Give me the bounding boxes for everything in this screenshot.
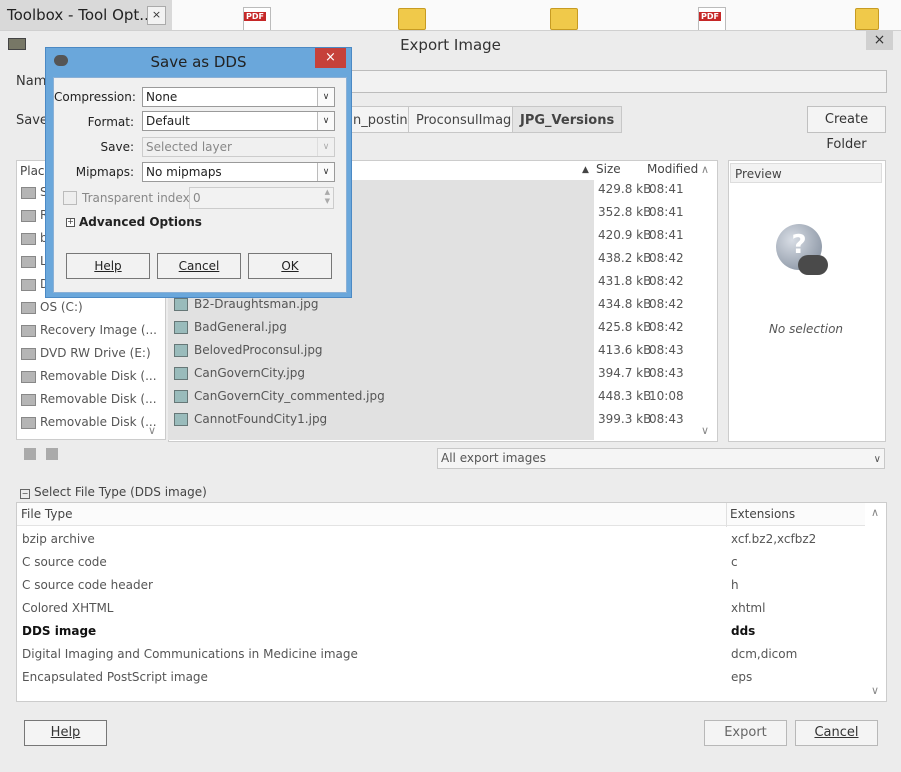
column-extensions[interactable]: Extensions	[730, 507, 795, 521]
preview-header[interactable]: Preview	[730, 163, 882, 183]
recent-icon	[21, 209, 36, 222]
save-select[interactable]: Selected layer ∨	[142, 137, 335, 157]
mipmaps-label: Mipmaps:	[75, 165, 134, 179]
chevron-down-icon: ∨	[873, 454, 881, 465]
spinner-arrows-icon: ▲ ▼	[324, 188, 330, 205]
folder-icon[interactable]	[550, 8, 578, 30]
table-row[interactable]: C source code c	[22, 551, 862, 574]
toolbox-title: Toolbox - Tool Opt...	[7, 6, 154, 24]
format-label: Format:	[87, 115, 134, 129]
save-label: Save:	[100, 140, 135, 154]
folder-icon	[21, 255, 36, 268]
file-type-header: File Type Extensions	[17, 503, 865, 526]
table-row[interactable]: bzip archive xcf.bz2,xcfbz2	[22, 528, 862, 551]
path-button-jpg-versions[interactable]: JPG_Versions	[512, 106, 623, 133]
table-row[interactable]: Colored XHTML xhtml	[22, 597, 862, 620]
folder-icon[interactable]	[855, 8, 879, 30]
place-item[interactable]: Removable Disk (...	[17, 365, 165, 388]
transparent-index-label: Transparent index:	[82, 191, 194, 205]
place-item[interactable]: OS (C:)	[17, 296, 165, 319]
drive-icon	[21, 301, 36, 314]
chevron-down-icon[interactable]: ∨	[701, 424, 709, 437]
removable-disk-icon	[21, 370, 36, 383]
table-row[interactable]: Encapsulated PostScript image eps	[22, 666, 862, 689]
chevron-up-icon[interactable]: ∧	[871, 506, 879, 519]
column-modified[interactable]: Modified	[647, 162, 698, 176]
close-icon[interactable]: ×	[866, 30, 893, 50]
image-file-icon	[174, 344, 188, 357]
collapse-icon: −	[20, 489, 30, 499]
search-icon	[21, 186, 36, 199]
removable-disk-icon	[21, 416, 36, 429]
expand-icon[interactable]: +	[66, 218, 75, 227]
file-filter-select[interactable]: All export images ∨	[437, 448, 885, 469]
preview-panel	[728, 160, 886, 442]
wilber-icon	[798, 255, 828, 275]
name-input[interactable]	[345, 70, 887, 93]
place-item[interactable]: Removable Disk (...	[17, 411, 165, 434]
column-size[interactable]: Size	[596, 162, 621, 176]
image-file-icon	[174, 367, 188, 380]
table-row[interactable]: C source code header h	[22, 574, 862, 597]
compression-select[interactable]: None ∨	[142, 87, 335, 107]
transparent-index-spinner[interactable]: 0 ▲ ▼	[189, 187, 334, 209]
file-type-expander[interactable]: − Select File Type (DDS image)	[20, 485, 207, 499]
add-bookmark-icon[interactable]	[24, 448, 36, 460]
compression-label: Compression:	[54, 90, 136, 104]
advanced-options-expander[interactable]: Advanced Options	[79, 215, 202, 229]
place-item[interactable]: Recovery Image (...	[17, 319, 165, 342]
image-file-icon	[174, 413, 188, 426]
drive-icon	[21, 324, 36, 337]
table-row[interactable]: Digital Imaging and Communications in Me…	[22, 643, 862, 666]
sort-arrow-icon[interactable]: ▲	[582, 165, 589, 175]
table-row-selected[interactable]: DDS image dds	[22, 620, 862, 643]
create-folder-button[interactable]: Create Folder	[807, 106, 886, 152]
table-row[interactable]: CanGovernCity_commented.jpg 448.3 kB 10:08	[174, 385, 704, 408]
file-type-rows: bzip archive xcf.bz2,xcfbz2 C source code…	[22, 528, 862, 689]
close-icon[interactable]: ×	[315, 48, 346, 68]
image-file-icon	[174, 390, 188, 403]
dds-cancel-button[interactable]: Cancel	[157, 253, 241, 279]
table-row[interactable]: BadGeneral.jpg 425.8 kB 08:42	[174, 316, 704, 339]
chevron-down-icon: ∨	[317, 163, 334, 181]
table-row[interactable]: CanGovernCity.jpg 394.7 kB 08:43	[174, 362, 704, 385]
place-item[interactable]: Removable Disk (...	[17, 388, 165, 411]
optical-drive-icon	[21, 347, 36, 360]
chevron-down-icon: ∨	[317, 138, 334, 156]
place-item[interactable]: DVD RW Drive (E:)	[17, 342, 165, 365]
dialog-title: Save as DDS	[150, 53, 247, 71]
pdf-file-icon[interactable]: PDF	[243, 7, 271, 31]
help-button[interactable]: Help	[24, 720, 107, 746]
cancel-button[interactable]: Cancel	[795, 720, 878, 746]
dds-help-button[interactable]: Help	[66, 253, 150, 279]
toolbox-close-button[interactable]: ×	[147, 6, 166, 25]
table-row[interactable]: BelovedProconsul.jpg 413.6 kB 08:43	[174, 339, 704, 362]
table-row[interactable]: CannotFoundCity1.jpg 399.3 kB 08:43	[174, 408, 704, 431]
mipmaps-select[interactable]: No mipmaps ∨	[142, 162, 335, 182]
folder-icon	[21, 278, 36, 291]
chevron-down-icon[interactable]: ∨	[871, 684, 879, 697]
removable-disk-icon	[21, 393, 36, 406]
column-file-type[interactable]: File Type	[21, 507, 72, 521]
format-select[interactable]: Default ∨	[142, 111, 335, 131]
transparent-index-checkbox[interactable]	[63, 191, 77, 205]
image-file-icon	[174, 298, 188, 311]
chevron-down-icon: ∨	[317, 112, 334, 130]
chevron-down-icon: ∨	[317, 88, 334, 106]
folder-icon[interactable]	[398, 8, 426, 30]
remove-bookmark-icon[interactable]	[46, 448, 58, 460]
preview-status: No selection	[768, 322, 844, 336]
pdf-file-icon[interactable]: PDF	[698, 7, 726, 31]
chevron-up-icon[interactable]: ∧	[701, 163, 709, 176]
chevron-down-icon[interactable]: ∨	[148, 424, 156, 437]
export-button[interactable]: Export	[704, 720, 787, 746]
dds-ok-button[interactable]: OK	[248, 253, 332, 279]
folder-icon	[21, 232, 36, 245]
image-file-icon	[174, 321, 188, 334]
column-divider	[726, 503, 727, 527]
